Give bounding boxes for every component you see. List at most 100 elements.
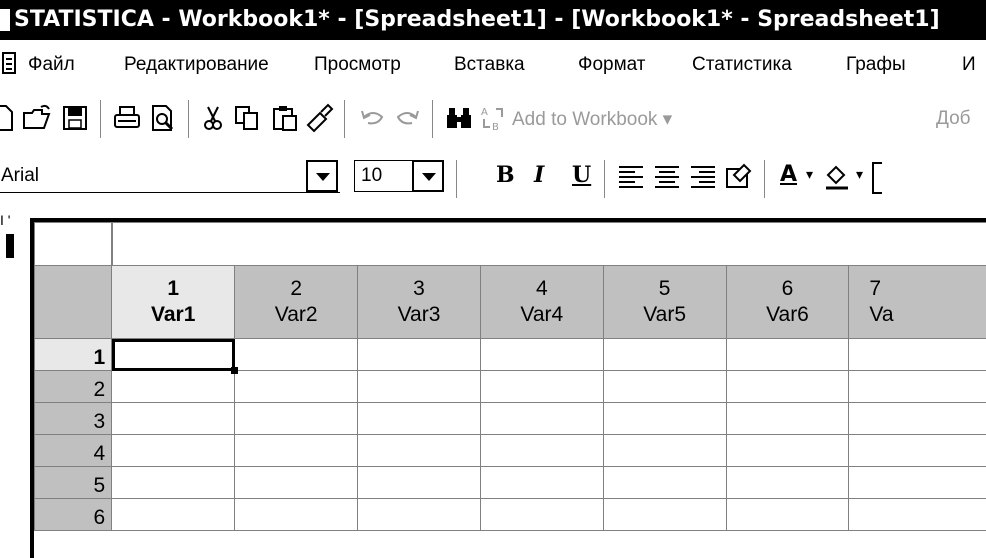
table-cell[interactable] <box>480 467 603 499</box>
row-header[interactable]: 1 <box>35 339 112 371</box>
table-cell[interactable] <box>849 467 986 499</box>
table-cell[interactable] <box>112 435 235 467</box>
table-cell[interactable] <box>235 371 358 403</box>
table-cell[interactable] <box>112 371 235 403</box>
menu-graphs[interactable]: Графы <box>846 54 906 76</box>
font-color-button[interactable]: A <box>780 162 797 187</box>
table-cell[interactable] <box>480 371 603 403</box>
table-cell[interactable] <box>480 403 603 435</box>
table-cell[interactable] <box>235 339 358 371</box>
row-header[interactable]: 2 <box>35 371 112 403</box>
table-cell[interactable] <box>235 467 358 499</box>
row-header[interactable]: 4 <box>35 435 112 467</box>
table-cell[interactable] <box>726 339 849 371</box>
table-cell[interactable] <box>235 499 358 531</box>
system-menu-icon[interactable] <box>0 9 10 31</box>
menu-insert[interactable]: Вставка <box>454 54 525 76</box>
table-cell[interactable] <box>480 435 603 467</box>
save-icon[interactable] <box>60 103 90 133</box>
align-right-icon[interactable] <box>688 161 718 191</box>
underline-button[interactable]: U <box>572 162 591 188</box>
borders-icon[interactable] <box>872 162 882 194</box>
font-name-select[interactable]: Arial <box>0 160 340 193</box>
table-cell[interactable] <box>726 371 849 403</box>
table-cell[interactable] <box>112 467 235 499</box>
table-cell[interactable] <box>726 435 849 467</box>
table-cell[interactable] <box>358 403 481 435</box>
column-header-var3[interactable]: 3 Var3 <box>358 266 481 339</box>
align-center-icon[interactable] <box>652 161 682 191</box>
undo-icon[interactable] <box>358 103 388 133</box>
open-folder-icon[interactable] <box>22 103 52 133</box>
fill-color-icon[interactable] <box>822 161 852 191</box>
table-cell[interactable] <box>603 371 726 403</box>
menu-format[interactable]: Формат <box>578 54 646 76</box>
copy-icon[interactable] <box>232 103 262 133</box>
column-header-var1[interactable]: 1 Var1 <box>112 266 235 339</box>
document-menu-icon[interactable] <box>2 52 16 74</box>
new-document-icon[interactable] <box>0 103 18 133</box>
add-to-workbook-button[interactable]: Add to Workbook ▾ <box>512 108 672 131</box>
bold-button[interactable]: B <box>496 162 515 188</box>
toolbar-separator <box>456 160 460 198</box>
menu-statistics[interactable]: Статистика <box>692 54 792 76</box>
table-cell[interactable] <box>849 435 986 467</box>
table-cell[interactable] <box>112 403 235 435</box>
table-cell[interactable] <box>603 435 726 467</box>
table-cell[interactable] <box>358 435 481 467</box>
table-cell[interactable] <box>235 403 358 435</box>
table-cell[interactable] <box>235 435 358 467</box>
column-header-var2[interactable]: 2 Var2 <box>235 266 358 339</box>
table-cell[interactable] <box>358 467 481 499</box>
table-cell[interactable] <box>358 339 481 371</box>
row-header[interactable]: 6 <box>35 499 112 531</box>
format-painter-icon[interactable] <box>304 103 334 133</box>
table-cell[interactable] <box>603 467 726 499</box>
italic-button[interactable]: I <box>534 162 544 188</box>
cell-format-icon[interactable] <box>724 161 754 191</box>
table-cell[interactable] <box>603 339 726 371</box>
table-cell[interactable] <box>849 403 986 435</box>
table-cell[interactable] <box>112 499 235 531</box>
column-header-var7[interactable]: 7 Va <box>849 266 986 339</box>
table-cell[interactable] <box>603 499 726 531</box>
column-header-var5[interactable]: 5 Var5 <box>603 266 726 339</box>
font-size-dropdown-icon[interactable] <box>412 160 444 192</box>
menu-more[interactable]: И <box>962 54 976 76</box>
table-cell[interactable] <box>849 499 986 531</box>
table-cell[interactable] <box>726 403 849 435</box>
column-header-var4[interactable]: 4 Var4 <box>480 266 603 339</box>
table-cell[interactable] <box>849 339 986 371</box>
add-to-report-button[interactable]: Доб <box>936 108 971 130</box>
fill-color-dropdown-icon[interactable]: ▾ <box>856 166 863 183</box>
table-cell[interactable] <box>358 499 481 531</box>
row-header[interactable]: 3 <box>35 403 112 435</box>
print-preview-icon[interactable] <box>148 103 178 133</box>
paste-icon[interactable] <box>270 103 300 133</box>
find-binoculars-icon[interactable] <box>444 103 474 133</box>
table-cell[interactable] <box>480 339 603 371</box>
table-cell[interactable] <box>603 403 726 435</box>
table-cell[interactable] <box>726 467 849 499</box>
font-color-dropdown-icon[interactable]: ▾ <box>806 166 813 183</box>
table-cell[interactable] <box>849 371 986 403</box>
spreadsheet-caption[interactable] <box>112 223 986 266</box>
workbook-tree-icon[interactable] <box>6 234 14 258</box>
menu-edit[interactable]: Редактирование <box>124 54 269 76</box>
row-header[interactable]: 5 <box>35 467 112 499</box>
menu-view[interactable]: Просмотр <box>314 54 401 76</box>
replace-icon[interactable]: AB <box>478 103 508 133</box>
font-name-value: Arial <box>1 165 39 186</box>
redo-icon[interactable] <box>392 103 422 133</box>
cut-icon[interactable] <box>198 103 228 133</box>
table-cell[interactable] <box>726 499 849 531</box>
print-icon[interactable] <box>112 103 142 133</box>
align-left-icon[interactable] <box>616 161 646 191</box>
table-cell[interactable] <box>480 499 603 531</box>
select-all-corner[interactable] <box>35 266 112 339</box>
column-header-var6[interactable]: 6 Var6 <box>726 266 849 339</box>
table-cell[interactable] <box>358 371 481 403</box>
font-name-dropdown-icon[interactable] <box>306 160 338 192</box>
active-cell[interactable] <box>112 339 235 371</box>
menu-file[interactable]: Файл <box>28 54 75 76</box>
